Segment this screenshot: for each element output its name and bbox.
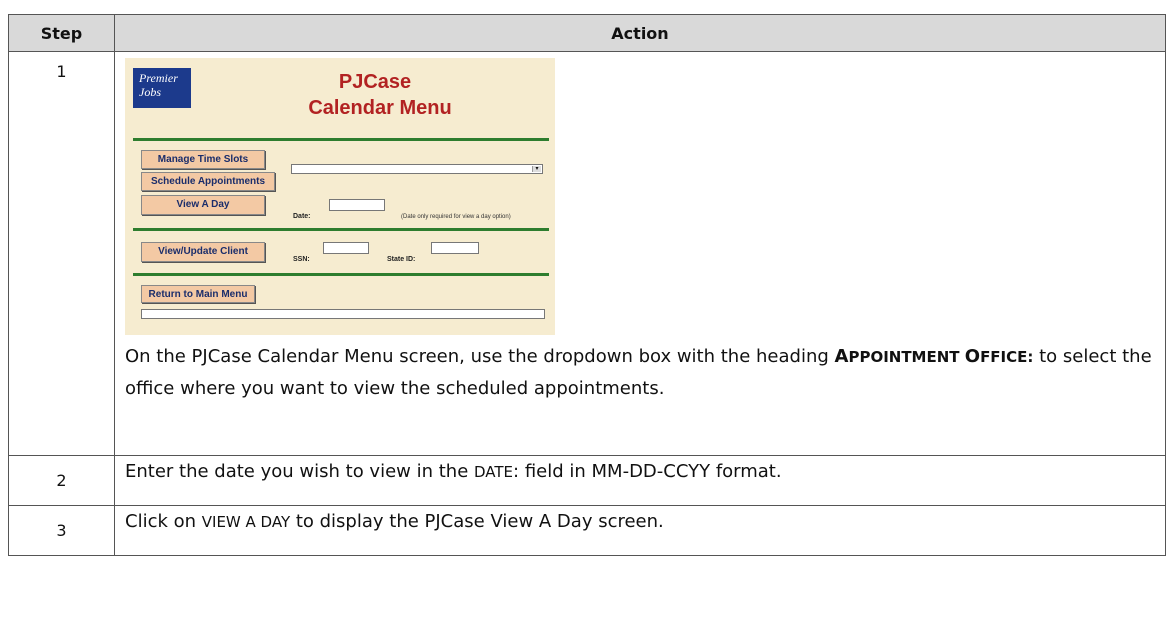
status-field [141, 309, 545, 319]
ssn-label: SSN: [293, 256, 310, 263]
manage-time-slots-button[interactable]: Manage Time Slots [141, 150, 265, 169]
date-field[interactable] [329, 199, 385, 211]
action-column-header: Action [114, 14, 1166, 52]
state-id-field[interactable] [431, 242, 479, 254]
table-row: 1 Premier Jobs PJCase Calendar Menu Mana… [8, 51, 1166, 456]
divider [133, 273, 549, 276]
date-term: DATE [474, 463, 514, 481]
action-cell: Enter the date you wish to view in the D… [114, 455, 1166, 506]
instruction-text: : field in MM-DD-CCYY format. [513, 461, 782, 482]
chevron-down-icon: ▾ [532, 166, 541, 172]
term-initial: A [834, 346, 849, 367]
return-main-menu-button[interactable]: Return to Main Menu [141, 285, 255, 303]
divider [133, 228, 549, 231]
calendar-menu-screenshot: Premier Jobs PJCase Calendar Menu Manage… [125, 58, 555, 335]
view-update-client-button[interactable]: View/Update Client [141, 242, 265, 262]
table-row: 3 Click on VIEW A DAY to display the PJC… [8, 505, 1166, 556]
premier-jobs-logo: Premier Jobs [133, 68, 191, 108]
appointment-office-dropdown[interactable]: ▾ [291, 164, 543, 174]
table-header-row: Step Action [8, 14, 1166, 52]
procedure-table: Step Action 1 Premier Jobs PJCase Calend… [8, 14, 1166, 556]
instruction-text: to display the PJCase View A Day screen. [290, 511, 664, 532]
term-initial: O [964, 346, 981, 367]
table-row: 2 Enter the date you wish to view in the… [8, 455, 1166, 506]
schedule-appointments-button[interactable]: Schedule Appointments [141, 172, 275, 191]
view-a-day-term: VIEW A DAY [201, 513, 291, 531]
step-column-header: Step [8, 14, 115, 52]
ssn-field[interactable] [323, 242, 369, 254]
term-rest: FFICE: [980, 348, 1034, 366]
action-cell: Premier Jobs PJCase Calendar Menu Manage… [114, 51, 1166, 456]
divider [133, 138, 549, 141]
instruction-text: Enter the date you wish to view in the [125, 461, 474, 482]
state-id-label: State ID: [387, 256, 416, 263]
term-rest: PPOINTMENT [848, 348, 965, 366]
screen-title: PJCase [338, 71, 412, 93]
instruction-text: Click on [125, 511, 202, 532]
action-cell: Click on VIEW A DAY to display the PJCas… [114, 505, 1166, 556]
view-a-day-button[interactable]: View A Day [141, 195, 265, 215]
screen-subtitle: Calendar Menu [308, 97, 452, 119]
step-number: 1 [8, 51, 115, 456]
instruction-text: On the PJCase Calendar Menu screen, use … [125, 346, 835, 367]
appointment-office-term: APPOINTMENT OFFICE: [835, 346, 1034, 367]
step-number: 2 [8, 455, 115, 506]
step-number: 3 [8, 505, 115, 556]
step-1-instructions: On the PJCase Calendar Menu screen, use … [125, 341, 1155, 408]
